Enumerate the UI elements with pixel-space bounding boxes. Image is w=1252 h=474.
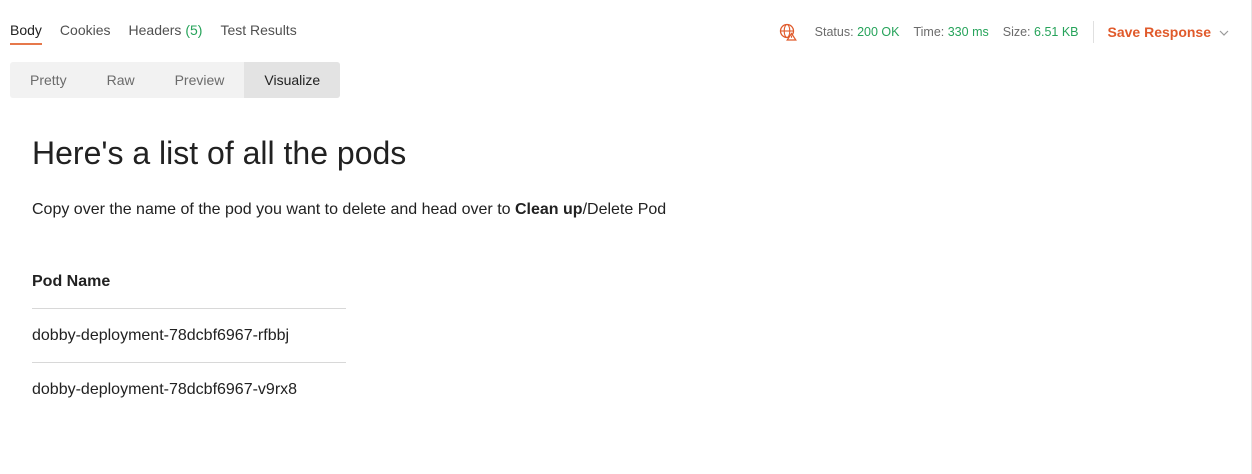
table-header-row: Pod Name: [32, 259, 346, 309]
response-panel: Body Cookies Headers (5) Test Results St…: [0, 0, 1252, 474]
description-prefix: Copy over the name of the pod you want t…: [32, 201, 515, 218]
time-value[interactable]: 330 ms: [948, 25, 989, 39]
tab-visualize[interactable]: Visualize: [244, 62, 341, 98]
visualization-content: Here's a list of all the pods Copy over …: [32, 135, 1231, 416]
save-response-label: Save Response: [1107, 24, 1212, 40]
pod-name-cell[interactable]: dobby-deployment-78dcbf6967-v9rx8: [32, 363, 346, 417]
body-view-tabs: Pretty Raw Preview Visualize: [10, 62, 341, 98]
headers-count-badge: (5): [185, 22, 203, 38]
column-header-pod-name: Pod Name: [32, 259, 346, 309]
description-suffix: /Delete Pod: [582, 201, 667, 218]
pod-name-cell[interactable]: dobby-deployment-78dcbf6967-rfbbj: [32, 308, 346, 363]
tab-cookies[interactable]: Cookies: [60, 22, 111, 45]
size-value[interactable]: 6.51 KB: [1034, 25, 1078, 39]
tab-preview[interactable]: Preview: [155, 62, 245, 98]
description-bold: Clean up: [515, 201, 583, 218]
description-text: Copy over the name of the pod you want t…: [32, 201, 1231, 219]
status-readout: Status: 200 OK: [815, 25, 900, 39]
pods-table: Pod Name dobby-deployment-78dcbf6967-rfb…: [32, 259, 346, 416]
tab-headers-label: Headers: [128, 22, 182, 38]
status-label: Status:: [814, 25, 854, 39]
size-readout: Size: 6.51 KB: [1003, 25, 1079, 39]
time-label: Time:: [913, 25, 945, 39]
chevron-down-icon: [1219, 24, 1229, 40]
time-readout: Time: 330 ms: [913, 25, 988, 39]
response-tab-bar: Body Cookies Headers (5) Test Results: [10, 22, 297, 45]
tab-pretty[interactable]: Pretty: [10, 62, 87, 98]
tab-headers[interactable]: Headers (5): [129, 22, 203, 45]
save-response-button[interactable]: Save Response: [1108, 24, 1230, 40]
status-divider: [1092, 21, 1094, 43]
response-status-bar: Status: 200 OK Time: 330 ms Size: 6.51 K…: [779, 21, 1230, 43]
table-row: dobby-deployment-78dcbf6967-v9rx8: [32, 363, 346, 417]
table-row: dobby-deployment-78dcbf6967-rfbbj: [32, 308, 346, 363]
status-value[interactable]: 200 OK: [857, 25, 899, 39]
tab-test-results[interactable]: Test Results: [220, 22, 296, 45]
tab-raw[interactable]: Raw: [87, 62, 155, 98]
tab-body[interactable]: Body: [10, 22, 42, 45]
size-label: Size:: [1002, 25, 1031, 39]
globe-warning-icon[interactable]: [779, 23, 797, 41]
page-title: Here's a list of all the pods: [32, 135, 407, 171]
